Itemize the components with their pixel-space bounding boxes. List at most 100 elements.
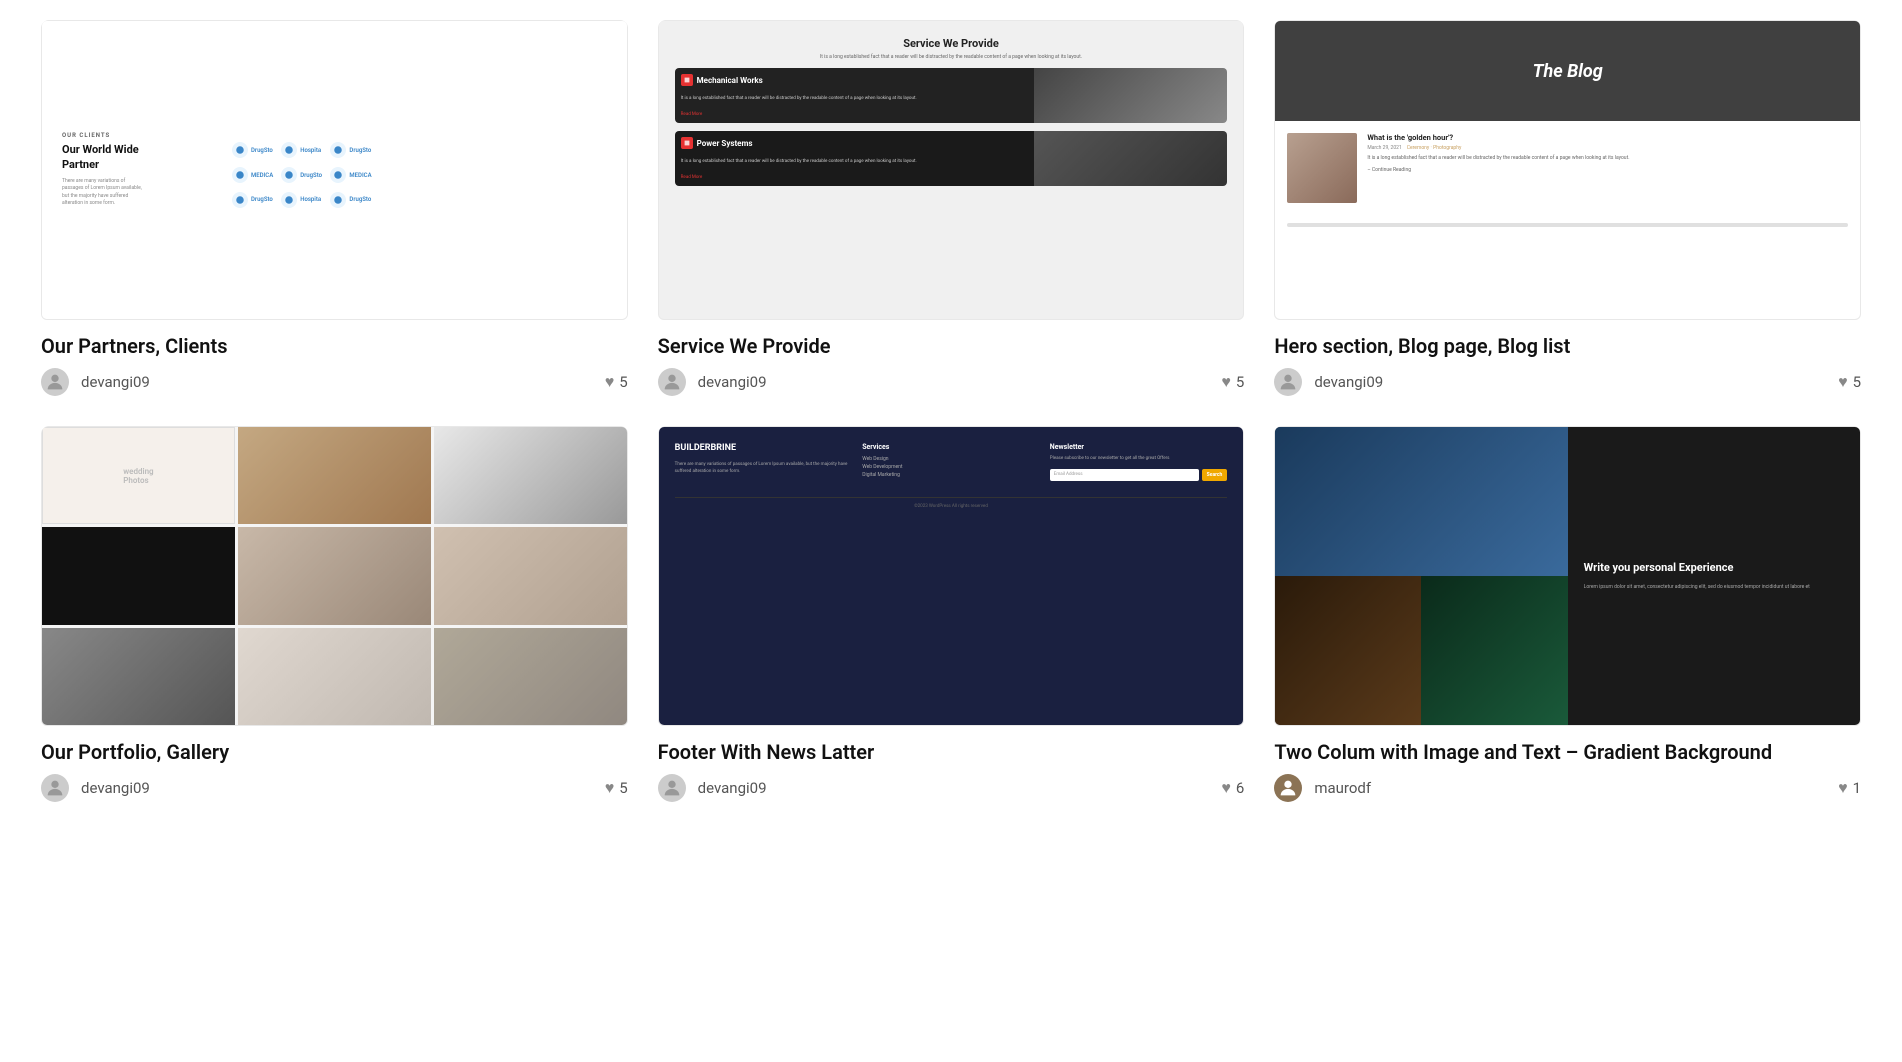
card-grid: OUR CLIENTS Our World Wide Partner There… [41,20,1861,802]
section-label: OUR CLIENTS [62,132,142,139]
likes: ♥ 5 [1838,372,1861,392]
twocol-title: Write you personal Experience [1584,561,1844,575]
heart-icon: ♥ [1838,372,1848,392]
gallery-cell [434,527,627,624]
twocol-preview: Write you personal Experience Lorem ipsu… [1275,427,1860,725]
card-meta: devangi09 ♥ 5 [658,368,1245,396]
thumbnail-blog[interactable]: The Blog What is the 'golden hour'? Marc… [1274,20,1861,320]
gallery-cell [434,427,627,524]
service-icon [681,74,693,86]
thumbnail-twocol[interactable]: Write you personal Experience Lorem ipsu… [1274,426,1861,726]
gallery-cell [42,628,235,725]
author-name: devangi09 [698,779,767,797]
blog-hero-banner: The Blog [1275,21,1860,121]
service-card-1: Mechanical Works It is a long establishe… [675,68,1228,123]
logos-grid: DrugSto Hospita DrugSto MEDICA [232,142,372,208]
service-left-1: Mechanical Works It is a long establishe… [675,68,1034,123]
service-icon-box: Mechanical Works [681,74,1028,86]
card-partners: OUR CLIENTS Our World Wide Partner There… [41,20,628,396]
like-count: 6 [1236,779,1244,797]
gallery-cell [238,427,431,524]
footer-desc: There are many variations of passages of… [675,461,853,475]
card-service: Service We Provide It is a long establis… [658,20,1245,396]
likes: ♥ 5 [1221,372,1244,392]
card-gallery: weddingPhotos Our Portfolio, Gallery dev… [41,426,628,802]
gallery-cell [434,628,627,725]
footer-col-newsletter: Newsletter Please subscribe to our newsl… [1050,443,1228,481]
gallery-cell [42,527,235,624]
service-card-2: Power Systems It is a long established f… [675,131,1228,186]
card-title: Service We Provide [658,334,1245,358]
footer-logo: BUILDERBRINE [675,443,853,453]
card-title: Footer With News Latter [658,740,1245,764]
twocol-img-bottom [1275,576,1567,725]
card-title: Two Colum with Image and Text – Gradient… [1274,740,1861,764]
thumbnail-partners[interactable]: OUR CLIENTS Our World Wide Partner There… [41,20,628,320]
card-meta: devangi09 ♥ 5 [41,368,628,396]
logo-item: DrugSto [281,167,322,184]
card-title: Hero section, Blog page, Blog list [1274,334,1861,358]
heart-icon: ♥ [605,372,615,392]
thumbnail-gallery[interactable]: weddingPhotos [41,426,628,726]
blog-post-image [1287,133,1357,203]
footer-input-row: Email Address Search [1050,469,1228,481]
gallery-cell [238,628,431,725]
card-meta: devangi09 ♥ 6 [658,774,1245,802]
card-footer: BUILDERBRINE There are many variations o… [658,426,1245,802]
heart-icon: ♥ [1221,778,1231,798]
gallery-cell-label: weddingPhotos [42,427,235,524]
likes: ♥ 6 [1221,778,1244,798]
service-heading: Service We Provide [675,37,1228,50]
card-title: Our Partners, Clients [41,334,628,358]
service-sub: It is a long established fact that a rea… [675,54,1228,60]
twocol-img-top [1275,427,1567,576]
blog-post-date: March 29, 2021 Ceremony · Photography [1367,145,1848,151]
card-meta: devangi09 ♥ 5 [41,774,628,802]
blog-hero-text: The Blog [1533,61,1603,82]
heart-icon: ♥ [1221,372,1231,392]
blog-content: What is the 'golden hour'? March 29, 202… [1275,121,1860,215]
like-count: 5 [619,779,627,797]
blog-post-info: What is the 'golden hour'? March 29, 202… [1367,133,1848,173]
author-name: devangi09 [81,779,150,797]
likes: ♥ 5 [605,778,628,798]
footer-link: Web Development [862,464,1040,470]
thumbnail-service[interactable]: Service We Provide It is a long establis… [658,20,1245,320]
twocol-text: Lorem ipsum dolor sit amet, consectetur … [1584,583,1844,591]
footer-newsletter-title: Newsletter [1050,443,1228,451]
like-count: 5 [1853,373,1861,391]
like-count: 1 [1853,779,1861,797]
heart-icon: ♥ [1838,778,1848,798]
footer-preview: BUILDERBRINE There are many variations o… [659,427,1244,725]
service-name: Mechanical Works [697,76,763,85]
footer-email-input[interactable]: Email Address [1050,469,1199,481]
service-icon-2 [681,137,693,149]
service-text-2: It is a long established fact that a rea… [681,159,1028,165]
logo-circle [330,192,346,208]
logo-item: MEDICA [232,167,273,184]
logo-circle [281,142,297,158]
logo-circle [232,167,248,183]
logo-circle [232,142,248,158]
service-right-1 [1034,68,1227,123]
service-right-2 [1034,131,1227,186]
avatar [658,774,686,802]
card-meta: maurodf ♥ 1 [1274,774,1861,802]
logo-circle [330,142,346,158]
footer-link: Digital Marketing [862,472,1040,478]
avatar [41,368,69,396]
avatar [41,774,69,802]
avatar [658,368,686,396]
blog-continue: – Continue Reading [1367,167,1848,173]
section-desc: There are many variations of passages of… [62,178,142,208]
author-name: devangi09 [1314,373,1383,391]
service-icon-box-2: Power Systems [681,137,1028,149]
logo-circle [281,192,297,208]
footer-col-brand: BUILDERBRINE There are many variations o… [675,443,853,481]
footer-search-btn[interactable]: Search [1202,469,1228,481]
blog-post-text: It is a long established fact that a rea… [1367,155,1848,163]
thumbnail-footer[interactable]: BUILDERBRINE There are many variations o… [658,426,1245,726]
logo-item: DrugSto [330,191,371,208]
card-blog: The Blog What is the 'golden hour'? Marc… [1274,20,1861,396]
footer-services-title: Services [862,443,1040,451]
